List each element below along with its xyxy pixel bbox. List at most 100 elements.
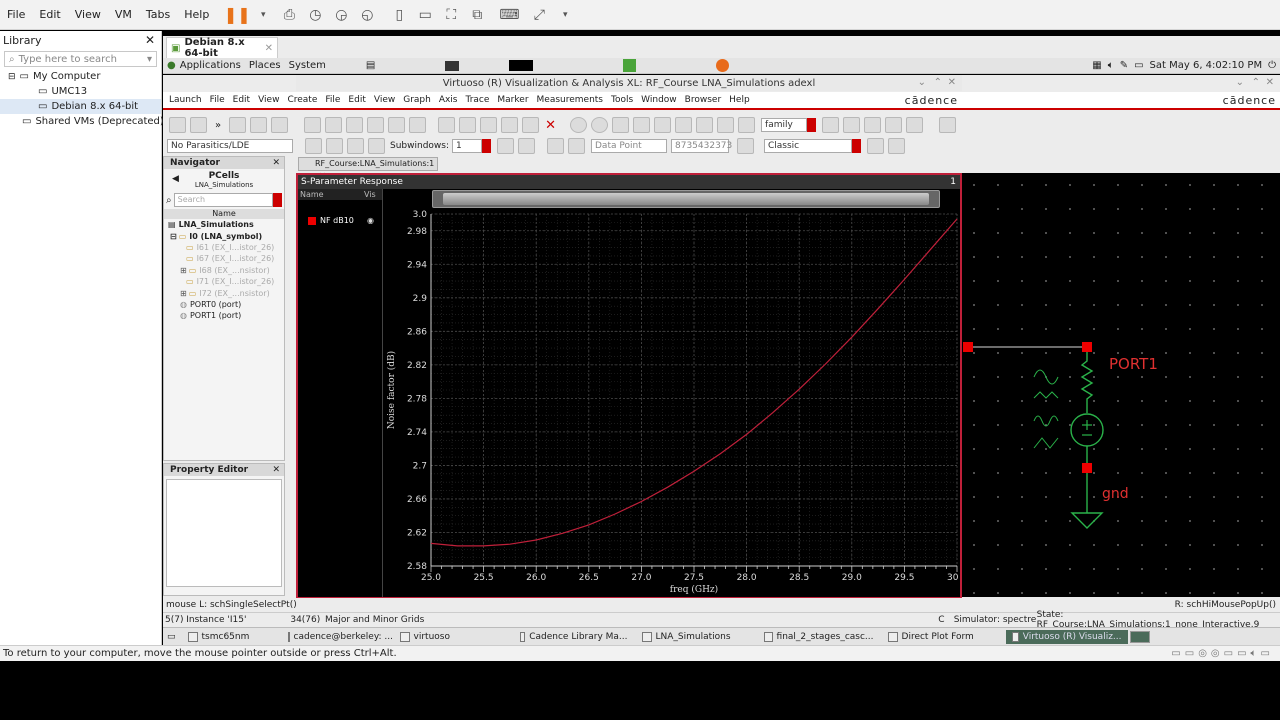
gnome-foot-icon[interactable]: ●: [167, 60, 176, 71]
terminal-icon[interactable]: ⌨: [498, 4, 520, 26]
navigator-search-input[interactable]: Search: [173, 193, 273, 207]
chevron-down-icon[interactable]: [807, 118, 817, 132]
strip-icon[interactable]: [906, 117, 924, 133]
task-direct-plot-form[interactable]: Direct Plot Form: [882, 630, 1004, 644]
task-library-manager[interactable]: Cadence Library Ma...: [514, 630, 634, 644]
library-search-input[interactable]: ⌕ Type here to search ▾: [4, 51, 157, 67]
minimize-icon[interactable]: ⌄: [1236, 77, 1244, 88]
revert-icon[interactable]: ◶: [330, 4, 352, 26]
send-keys-icon[interactable]: ⎙: [278, 4, 300, 26]
schematic-drawing[interactable]: [962, 173, 1280, 597]
zoom-fit-icon[interactable]: [654, 117, 672, 133]
plot-tab[interactable]: RF_Course:LNA_Simulations:1 ✕: [298, 157, 438, 180]
tree-item[interactable]: ▤ LNA_Simulations: [164, 219, 284, 230]
port-resistor[interactable]: [1080, 352, 1094, 413]
data-point-field[interactable]: Data Point: [591, 139, 667, 153]
tree-item[interactable]: ▭ I67 (EX_I...istor_26): [164, 253, 284, 264]
expand-icon[interactable]: ⊞: [180, 289, 187, 298]
zoom-out-icon[interactable]: [633, 117, 651, 133]
classic-field[interactable]: Classic: [764, 139, 852, 153]
show-desktop-icon[interactable]: ▭: [167, 632, 176, 642]
close-icon[interactable]: ✕: [272, 157, 280, 169]
strip-icon[interactable]: [843, 117, 861, 133]
strip-icon[interactable]: [822, 117, 840, 133]
tree-item[interactable]: ▭ I61 (EX_I...istor_26): [164, 242, 284, 253]
pan-icon[interactable]: [738, 117, 756, 133]
open-icon[interactable]: [190, 117, 207, 133]
undo-icon[interactable]: [438, 117, 456, 133]
print-icon[interactable]: [388, 117, 406, 133]
marker-icon[interactable]: [591, 117, 609, 133]
console-view-icon[interactable]: ▭: [414, 4, 436, 26]
zoom-in-icon[interactable]: [612, 117, 630, 133]
task-viva[interactable]: Virtuoso (R) Visualiz...: [1005, 629, 1128, 644]
tree-item[interactable]: ◍ PORT1 (port): [164, 310, 284, 321]
network-icon[interactable]: ▦: [1092, 60, 1101, 71]
vm-tab-debian[interactable]: ▣ Debian 8.x 64-bit ✕: [166, 37, 278, 59]
snapshot-manager-icon[interactable]: ◵: [356, 4, 378, 26]
plot-x-scrollbar[interactable]: [432, 190, 940, 208]
menu-axis[interactable]: Axis: [435, 95, 462, 105]
task-terminal[interactable]: cadence@berkeley: ...: [282, 630, 393, 644]
collapse-icon[interactable]: ⊟: [8, 72, 16, 82]
chevron-down-icon[interactable]: ▾: [252, 4, 274, 26]
system-menu[interactable]: System: [289, 60, 326, 71]
save-icon[interactable]: [367, 117, 385, 133]
paste-icon[interactable]: [522, 117, 540, 133]
menu-trace[interactable]: Trace: [462, 95, 494, 105]
tree-item[interactable]: ◍ PORT0 (port): [164, 299, 284, 310]
device-icons[interactable]: ▭▭◎◎▭▭🔈︎▭: [1171, 646, 1274, 662]
close-icon[interactable]: ✕: [265, 43, 273, 54]
menu-file[interactable]: File: [321, 95, 344, 105]
firefox-launcher-icon[interactable]: [716, 59, 730, 72]
menu-edit[interactable]: Edit: [229, 95, 254, 105]
collapse-icon[interactable]: ⊟: [170, 232, 177, 241]
table-icon[interactable]: [939, 117, 957, 133]
menu-help[interactable]: Help: [725, 95, 754, 105]
sidebar-toggle-icon[interactable]: ▯: [388, 4, 410, 26]
subwindows-field[interactable]: 1: [452, 139, 482, 153]
copy-icon[interactable]: [250, 117, 268, 133]
eye-icon[interactable]: ◉: [367, 216, 374, 225]
tree-shared-vms[interactable]: ▭ Shared VMs (Deprecated): [0, 114, 164, 129]
record-icon[interactable]: [497, 138, 514, 154]
maximize-icon[interactable]: ⌃: [1252, 77, 1260, 88]
spreadsheet-launcher-icon[interactable]: [623, 59, 637, 72]
stretch-icon[interactable]: ⤢: [528, 4, 550, 26]
copy-trace-icon[interactable]: [501, 117, 519, 133]
maximize-icon[interactable]: ⌃: [934, 77, 942, 88]
fit-icon[interactable]: [696, 117, 714, 133]
close-icon[interactable]: ✕: [145, 33, 155, 47]
subwindow-icon[interactable]: [368, 138, 385, 154]
task-tsmc65nm[interactable]: tsmc65nm: [182, 630, 280, 644]
pin-marker[interactable]: [963, 342, 973, 352]
fullscreen-icon[interactable]: ⛶: [440, 4, 462, 26]
menu-view[interactable]: View: [254, 95, 283, 105]
applications-menu[interactable]: Applications: [180, 60, 241, 71]
workspace-switcher[interactable]: [1129, 630, 1150, 643]
chevron-down-icon[interactable]: ▾: [147, 54, 152, 65]
list-icon[interactable]: [347, 138, 364, 154]
menu-create[interactable]: Create: [283, 95, 321, 105]
close-icon[interactable]: ✕: [272, 464, 280, 476]
select-icon[interactable]: [305, 138, 322, 154]
filter-icon[interactable]: [273, 193, 282, 207]
edit-icon[interactable]: ✎: [1120, 60, 1128, 71]
grid-icon[interactable]: [675, 117, 693, 133]
schematic-canvas[interactable]: PORT1 gnd: [962, 173, 1280, 597]
new-window-icon[interactable]: [304, 117, 322, 133]
hand-icon[interactable]: [326, 138, 343, 154]
menu-window[interactable]: Window: [637, 95, 681, 105]
tree-item[interactable]: ⊞ ▭ I72 (EX_...nsistor): [164, 287, 284, 298]
menu-marker[interactable]: Marker: [493, 95, 532, 105]
legend-label[interactable]: NF dB10: [320, 216, 367, 225]
menu-view[interactable]: View: [68, 8, 108, 21]
tree-item[interactable]: ⊞ ▭ I68 (EX_...nsistor): [164, 265, 284, 276]
volume-icon[interactable]: 🔈︎: [1108, 60, 1114, 71]
zoom-box-icon[interactable]: [717, 117, 735, 133]
menu-help[interactable]: Help: [177, 8, 216, 21]
menu-file[interactable]: File: [0, 8, 32, 21]
minimize-icon[interactable]: ⌄: [918, 77, 926, 88]
pin-marker[interactable]: [1082, 463, 1092, 473]
strip-icon[interactable]: [885, 117, 903, 133]
